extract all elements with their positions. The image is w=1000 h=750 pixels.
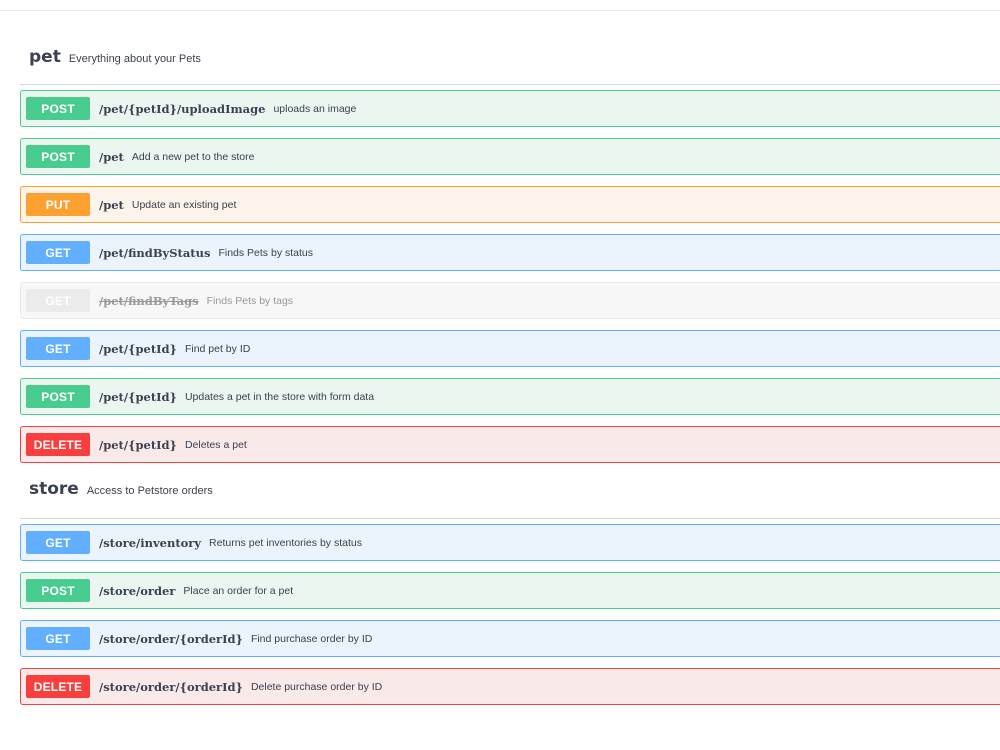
method-badge: POST xyxy=(26,145,90,168)
operation-row[interactable]: POST /pet/{petId} Updates a pet in the s… xyxy=(20,378,1000,415)
method-badge: POST xyxy=(26,97,90,120)
tag-description: Everything about your Pets xyxy=(68,53,201,65)
operation-path: /store/order/{orderId} xyxy=(99,631,243,646)
method-badge: GET xyxy=(26,289,90,312)
operation-row[interactable]: POST /pet/{petId}/uploadImage uploads an… xyxy=(20,90,1000,127)
operation-summary: Deletes a pet xyxy=(184,438,247,451)
tag-name: store xyxy=(29,479,79,499)
operation-path: /store/order/{orderId} xyxy=(99,679,243,694)
operation-path: /pet/{petId} xyxy=(99,437,177,452)
operation-row[interactable]: GET /pet/{petId} Find pet by ID xyxy=(20,330,1000,367)
tag-header-pet[interactable]: pet Everything about your Pets xyxy=(20,47,1000,85)
method-badge: DELETE xyxy=(26,433,90,456)
operation-row[interactable]: PUT /pet Update an existing pet xyxy=(20,186,1000,223)
operation-summary: uploads an image xyxy=(273,102,357,115)
operation-row[interactable]: POST /pet Add a new pet to the store xyxy=(20,138,1000,175)
operation-path: /pet xyxy=(99,197,124,212)
top-divider xyxy=(0,0,1000,11)
tag-name: pet xyxy=(29,47,61,67)
operation-path: /pet/{petId}/uploadImage xyxy=(99,101,266,116)
operation-summary: Returns pet inventories by status xyxy=(209,536,362,549)
operation-summary: Add a new pet to the store xyxy=(131,150,255,163)
operation-path: /pet/findByStatus xyxy=(99,245,211,260)
method-badge: POST xyxy=(26,579,90,602)
operation-row[interactable]: GET /pet/findByStatus Finds Pets by stat… xyxy=(20,234,1000,271)
operation-summary: Updates a pet in the store with form dat… xyxy=(184,390,375,403)
operation-path: /pet xyxy=(99,149,124,164)
method-badge: PUT xyxy=(26,193,90,216)
operation-row[interactable]: GET /store/order/{orderId} Find purchase… xyxy=(20,620,1000,657)
operation-summary: Finds Pets by tags xyxy=(206,294,294,307)
method-badge: GET xyxy=(26,241,90,264)
operation-summary: Delete purchase order by ID xyxy=(250,680,383,693)
operation-summary: Find pet by ID xyxy=(184,342,251,355)
operation-summary: Place an order for a pet xyxy=(183,584,294,597)
method-badge: GET xyxy=(26,337,90,360)
operation-summary: Find purchase order by ID xyxy=(250,632,373,645)
tag-operations-pet: POST /pet/{petId}/uploadImage uploads an… xyxy=(20,90,1000,463)
operation-summary: Update an existing pet xyxy=(131,198,237,211)
operation-row[interactable]: GET /store/inventory Returns pet invento… xyxy=(20,524,1000,561)
operation-path: /pet/{petId} xyxy=(99,389,177,404)
method-badge: POST xyxy=(26,385,90,408)
operation-row[interactable]: DELETE /store/order/{orderId} Delete pur… xyxy=(20,668,1000,705)
tag-header-store[interactable]: store Access to Petstore orders xyxy=(20,479,1000,519)
operation-path: /store/order xyxy=(99,583,176,598)
api-operations-container: pet Everything about your Pets POST /pet… xyxy=(20,47,1000,705)
operation-row-deprecated[interactable]: GET /pet/findByTags Finds Pets by tags xyxy=(20,282,1000,319)
operation-summary: Finds Pets by status xyxy=(218,246,313,259)
operation-row[interactable]: DELETE /pet/{petId} Deletes a pet xyxy=(20,426,1000,463)
operation-path: /pet/findByTags xyxy=(99,293,199,308)
operation-path: /pet/{petId} xyxy=(99,341,177,356)
method-badge: GET xyxy=(26,531,90,554)
tag-description: Access to Petstore orders xyxy=(86,485,213,497)
method-badge: GET xyxy=(26,627,90,650)
method-badge: DELETE xyxy=(26,675,90,698)
operation-row[interactable]: POST /store/order Place an order for a p… xyxy=(20,572,1000,609)
tag-operations-store: GET /store/inventory Returns pet invento… xyxy=(20,524,1000,705)
operation-path: /store/inventory xyxy=(99,535,202,550)
